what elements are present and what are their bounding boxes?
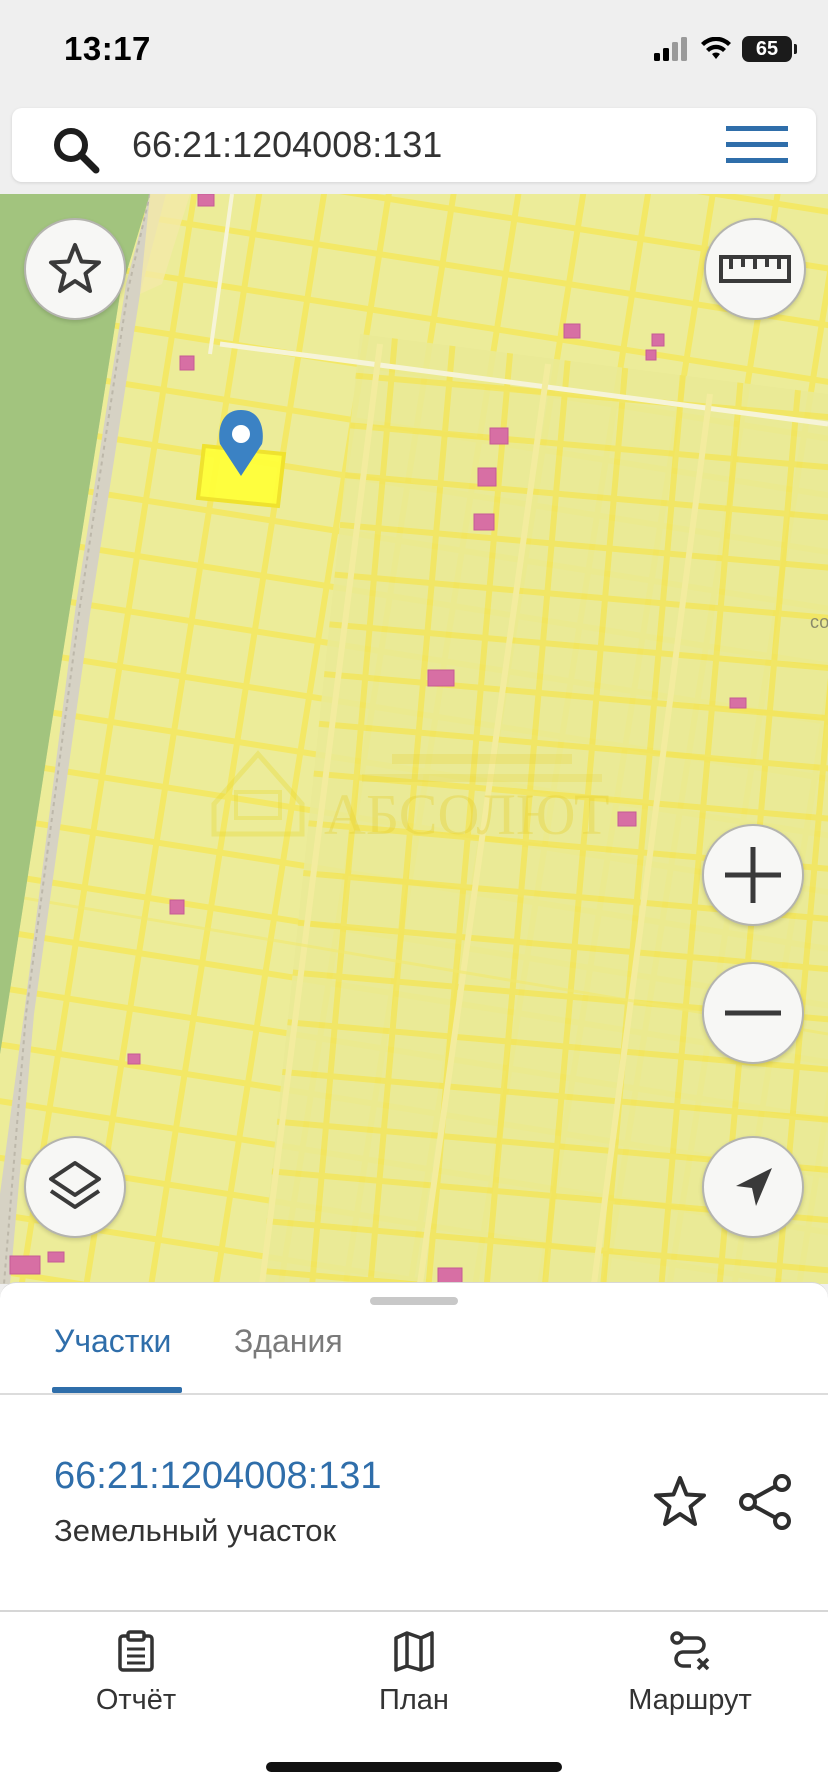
tabs-divider [0,1393,828,1395]
my-location-button[interactable] [702,1136,804,1238]
nav-report[interactable]: Отчёт [36,1630,236,1717]
nav-plan[interactable]: План [314,1630,514,1717]
nav-plan-label: План [379,1684,449,1716]
share-icon [739,1474,791,1530]
star-outline-icon [654,1476,706,1526]
hamburger-menu-icon[interactable] [726,124,788,166]
svg-text:АБСОЛЮТ: АБСОЛЮТ [324,782,609,847]
wifi-icon [701,37,731,59]
layers-button[interactable] [24,1136,126,1238]
nav-route-label: Маршрут [628,1684,752,1716]
navigation-arrow-icon [736,1168,772,1206]
zoom-in-button[interactable] [702,824,804,926]
parcel-type: Земельный участок [54,1513,337,1548]
map-icon [394,1631,434,1672]
search-bar [12,108,816,182]
cellular-signal-icon [654,37,687,61]
share-parcel-button[interactable] [736,1473,794,1536]
plus-icon [725,847,781,903]
app-screen: 13:17 65 66:21:1204008:131 АБСОЛЮТ со Уч… [0,0,828,1792]
search-icon[interactable] [50,124,102,176]
favorite-map-button[interactable] [24,218,126,320]
clipboard-icon [118,1630,154,1672]
minus-icon [725,1010,781,1016]
map-tiles: АБСОЛЮТ со [0,194,828,1284]
status-time: 13:17 [64,30,151,67]
search-input[interactable] [132,120,692,170]
nav-report-label: Отчёт [95,1684,177,1716]
tab-buildings[interactable]: Здания [234,1323,343,1360]
tab-parcels[interactable]: Участки [54,1323,171,1360]
battery-icon: 65 [742,36,797,62]
svg-text:со: со [810,612,828,632]
nav-route[interactable]: Маршрут [590,1630,790,1717]
status-icons: 65 [654,34,797,64]
layers-icon [49,1161,101,1209]
status-bar: 13:17 65 [0,0,828,100]
ruler-button[interactable] [704,218,806,320]
star-outline-icon [49,243,101,293]
drag-handle[interactable] [370,1297,458,1305]
cadastral-map[interactable]: АБСОЛЮТ со [0,194,828,1284]
zoom-out-button[interactable] [702,962,804,1064]
parcel-cadastral-number[interactable]: 66:21:1204008:131 [54,1455,382,1498]
route-icon [670,1631,710,1671]
favorite-parcel-button[interactable] [652,1475,708,1534]
ruler-icon [719,255,791,283]
home-indicator [266,1762,562,1772]
bottom-sheet: Участки Здания 66:21:1204008:131 Земельн… [0,1282,828,1612]
